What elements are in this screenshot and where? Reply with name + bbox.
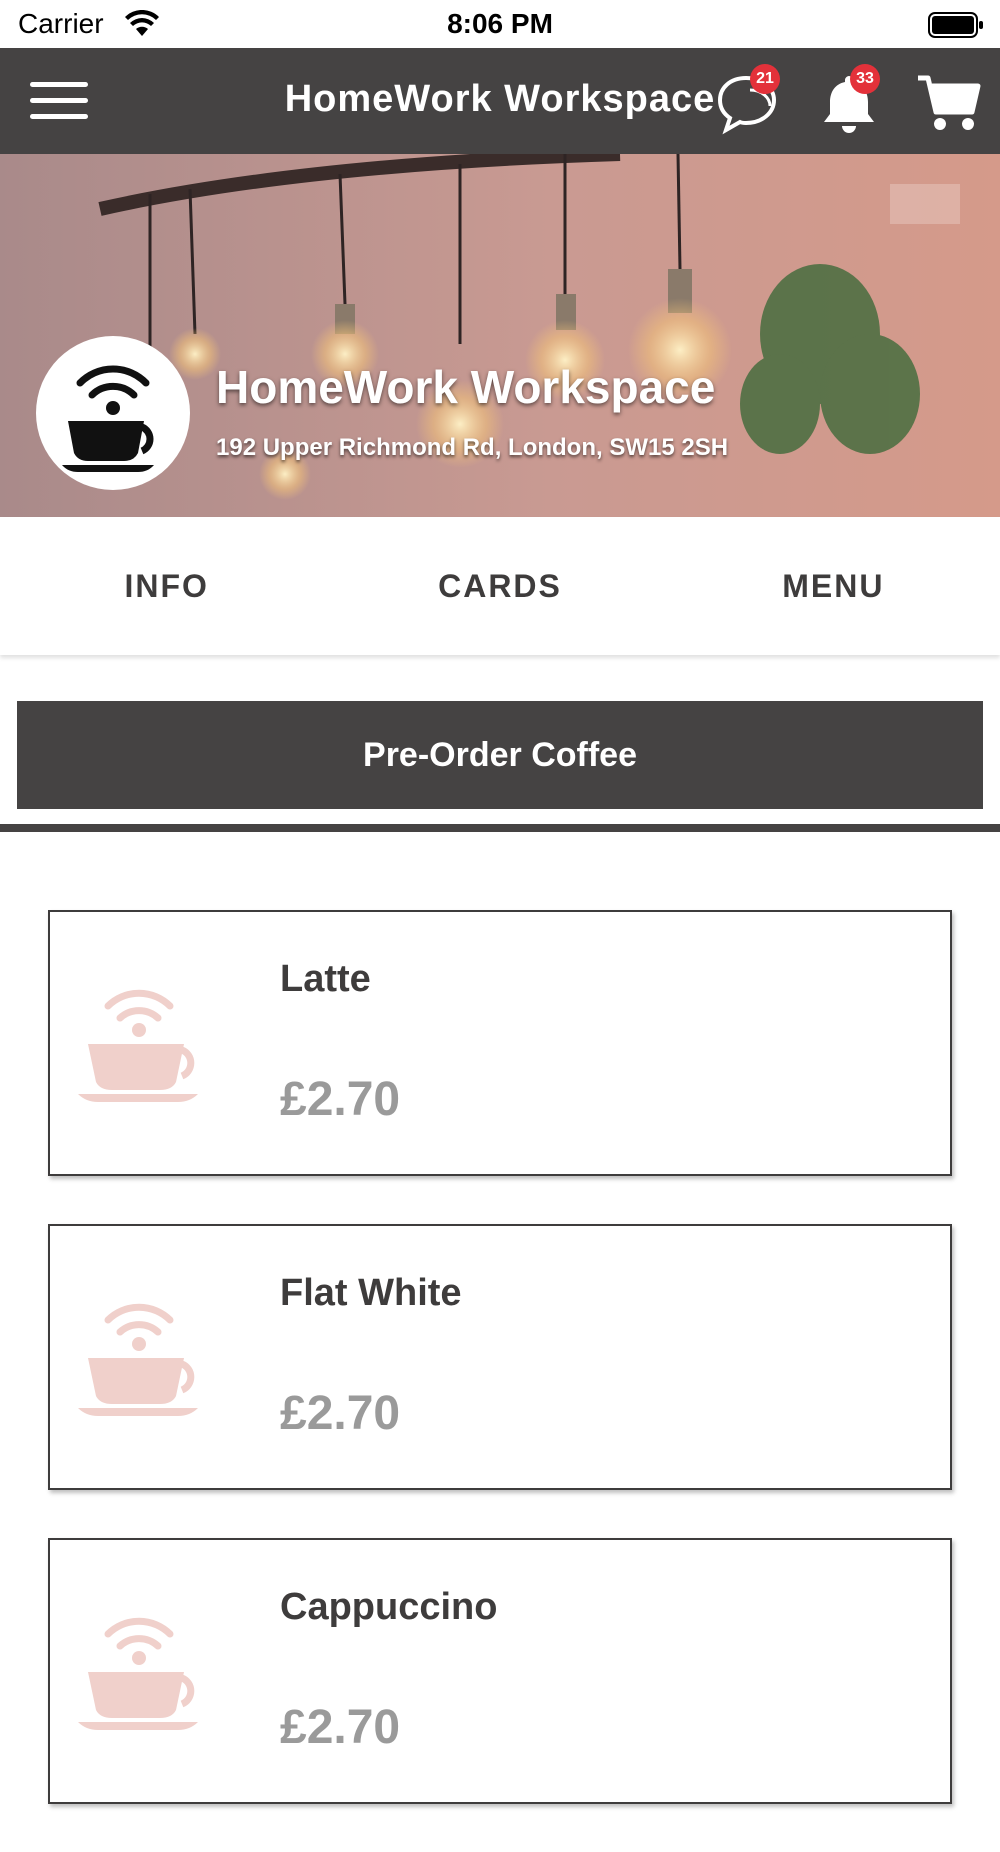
coffee-wifi-icon [78,1617,198,1730]
notifications-badge: 33 [850,64,880,94]
menu-item-flat-white[interactable]: Flat White £2.70 [48,1224,952,1490]
menu-item-price: £2.70 [280,1073,401,1126]
preorder-coffee-button[interactable]: Pre-Order Coffee [17,701,983,809]
coffee-wifi-icon [78,989,198,1102]
venue-hero: HomeWork Workspace 192 Upper Richmond Rd… [0,154,1000,517]
navbar-title: HomeWork Workspace [284,78,716,120]
coffee-wifi-icon [78,1303,198,1416]
notifications-button[interactable]: 33 [816,64,882,136]
status-time: 8:06 PM [447,8,553,39]
coffee-wifi-icon [62,365,154,472]
venue-tabs: INFO CARDS MENU [0,517,1000,655]
menu-list: Latte £2.70 Flat White £2.70 Cappuccino … [48,910,952,1852]
menu-item-latte[interactable]: Latte £2.70 [48,910,952,1176]
menu-item-name: Flat White [280,1272,462,1314]
chat-button[interactable]: 21 [716,64,782,136]
battery-icon [928,12,983,38]
tab-cards[interactable]: CARDS [333,517,666,655]
menu-item-price: £2.70 [280,1387,401,1440]
chat-badge: 21 [750,64,780,94]
menu-item-price: £2.70 [280,1701,401,1754]
app-navbar: HomeWork Workspace 21 33 [0,48,1000,154]
menu-item-name: Cappuccino [280,1586,498,1628]
menu-item-name: Latte [280,958,371,1000]
menu-item-cappuccino[interactable]: Cappuccino £2.70 [48,1538,952,1804]
venue-name: HomeWork Workspace [216,361,716,413]
hamburger-menu-icon[interactable] [30,82,88,122]
section-divider [0,824,1000,832]
venue-address: 192 Upper Richmond Rd, London, SW15 2SH [216,434,729,461]
venue-logo [36,336,190,490]
status-bar: Carrier 8:06 PM [0,0,1000,48]
cart-icon[interactable] [916,72,982,134]
tab-info[interactable]: INFO [0,517,333,655]
tab-menu[interactable]: MENU [667,517,1000,655]
